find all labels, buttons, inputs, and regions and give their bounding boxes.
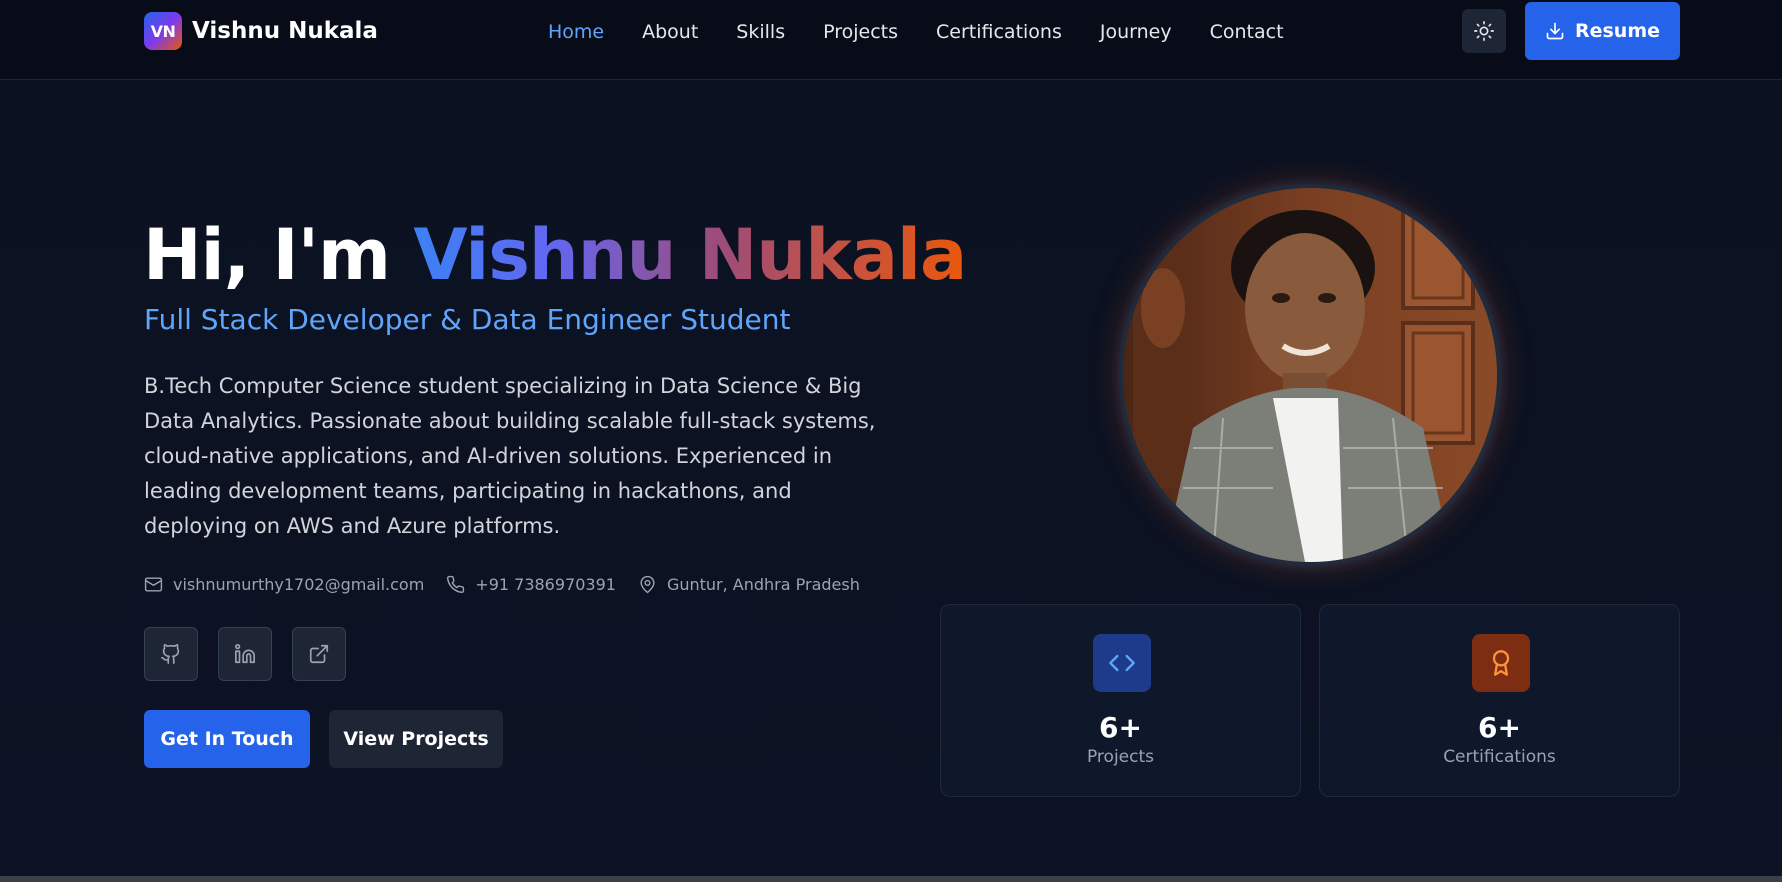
view-projects-button[interactable]: View Projects bbox=[329, 710, 503, 768]
theme-toggle-button[interactable] bbox=[1462, 9, 1506, 53]
horizontal-scrollbar[interactable] bbox=[0, 876, 1782, 882]
contact-location-text: Guntur, Andhra Pradesh bbox=[666, 575, 860, 594]
contact-email-text: vishnumurthy1702@gmail.com bbox=[173, 575, 425, 594]
map-pin-icon bbox=[640, 575, 655, 594]
sun-icon bbox=[1474, 21, 1494, 41]
nav-links: Home About Skills Projects Certification… bbox=[548, 18, 1322, 46]
nav-link-certifications[interactable]: Certifications bbox=[936, 18, 1062, 46]
navbar: VN Vishnu Nukala Home About Skills Proje… bbox=[0, 0, 1782, 80]
hero-title-name: Vishnu Nukala bbox=[413, 214, 967, 296]
brand[interactable]: VN Vishnu Nukala bbox=[144, 12, 378, 50]
linkedin-icon bbox=[235, 644, 255, 664]
github-icon bbox=[161, 644, 180, 664]
stat-projects-label: Projects bbox=[1086, 747, 1155, 767]
brand-logo: VN bbox=[144, 12, 182, 50]
nav-link-about[interactable]: About bbox=[642, 18, 698, 46]
stat-certifications-value: 6+ bbox=[1478, 711, 1521, 744]
stat-projects-value: 6+ bbox=[1099, 711, 1142, 744]
external-link-icon bbox=[309, 644, 329, 664]
hero-title-prefix: Hi, I'm bbox=[143, 214, 414, 296]
phone-icon bbox=[447, 575, 465, 594]
hero-description: B.Tech Computer Science student speciali… bbox=[144, 374, 876, 538]
nav-link-skills[interactable]: Skills bbox=[736, 18, 785, 46]
code-icon bbox=[1109, 654, 1135, 672]
get-in-touch-button[interactable]: Get In Touch bbox=[144, 710, 310, 768]
contact-email[interactable]: vishnumurthy1702@gmail.com bbox=[144, 575, 424, 594]
hero-section: Hi, I'm Vishnu Nukala Full Stack Develop… bbox=[0, 81, 1782, 876]
contact-row: vishnumurthy1702@gmail.com +91 738697039… bbox=[144, 575, 882, 594]
nav-link-journey[interactable]: Journey bbox=[1100, 18, 1172, 46]
github-button[interactable] bbox=[144, 627, 198, 681]
contact-phone[interactable]: +91 7386970391 bbox=[446, 575, 616, 594]
nav-link-projects[interactable]: Projects bbox=[823, 18, 898, 46]
nav-link-home[interactable]: Home bbox=[548, 18, 604, 46]
download-icon bbox=[1546, 22, 1564, 40]
stat-certifications-label: Certifications bbox=[1443, 747, 1556, 767]
contact-phone-text: +91 7386970391 bbox=[475, 575, 616, 594]
stat-card-projects: 6+ Projects bbox=[940, 604, 1301, 797]
profile-photo bbox=[1119, 184, 1501, 566]
social-links bbox=[144, 627, 366, 681]
portfolio-link-button[interactable] bbox=[292, 627, 346, 681]
resume-label: Resume bbox=[1574, 20, 1661, 42]
award-icon bbox=[1492, 650, 1510, 676]
nav-link-contact[interactable]: Contact bbox=[1210, 18, 1284, 46]
stat-certifications-icon-box bbox=[1472, 634, 1530, 692]
brand-name: Vishnu Nukala bbox=[192, 18, 378, 44]
stat-card-certifications: 6+ Certifications bbox=[1319, 604, 1680, 797]
hero-subtitle: Full Stack Developer & Data Engineer Stu… bbox=[144, 303, 791, 336]
contact-location: Guntur, Andhra Pradesh bbox=[638, 575, 860, 594]
cta-row: Get In Touch View Projects bbox=[144, 710, 503, 768]
resume-button[interactable]: Resume bbox=[1525, 2, 1680, 60]
linkedin-button[interactable] bbox=[218, 627, 272, 681]
hero-title: Hi, I'm Vishnu Nukala bbox=[143, 213, 967, 297]
stat-projects-icon-box bbox=[1093, 634, 1151, 692]
mail-icon bbox=[144, 577, 163, 592]
